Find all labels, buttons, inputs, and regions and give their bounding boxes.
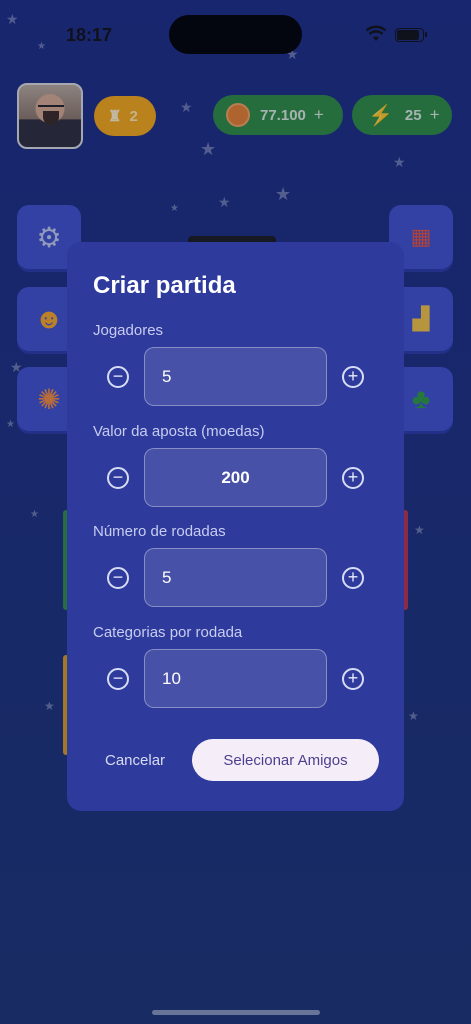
bet-label: Valor da aposta (moedas) — [93, 423, 265, 440]
minus-icon: − — [112, 366, 124, 386]
bet-decrement-button[interactable]: − — [107, 467, 129, 489]
categories-label: Categorias por rodada — [93, 624, 243, 641]
rounds-increment-button[interactable]: + — [342, 567, 364, 589]
rounds-value: 5 — [162, 567, 172, 587]
minus-icon: − — [112, 668, 124, 688]
players-input[interactable]: 5 — [144, 347, 327, 406]
categories-increment-button[interactable]: + — [342, 668, 364, 690]
plus-icon: + — [347, 467, 359, 487]
plus-icon: + — [347, 366, 359, 386]
minus-icon: − — [112, 567, 124, 587]
bet-input[interactable]: 200 — [144, 448, 327, 507]
rounds-label: Número de rodadas — [93, 523, 226, 540]
cancel-button[interactable]: Cancelar — [105, 752, 165, 769]
dialog-title: Criar partida — [93, 272, 236, 299]
minus-icon: − — [112, 467, 124, 487]
create-match-dialog: Criar partida Jogadores − 5 + Valor da a… — [67, 242, 404, 811]
players-label: Jogadores — [93, 322, 164, 339]
rounds-input[interactable]: 5 — [144, 548, 327, 607]
categories-decrement-button[interactable]: − — [107, 668, 129, 690]
home-indicator[interactable] — [152, 1010, 320, 1015]
players-increment-button[interactable]: + — [342, 366, 364, 388]
categories-input[interactable]: 10 — [144, 649, 327, 708]
bet-increment-button[interactable]: + — [342, 467, 364, 489]
players-decrement-button[interactable]: − — [107, 366, 129, 388]
rounds-decrement-button[interactable]: − — [107, 567, 129, 589]
players-value: 5 — [162, 366, 172, 386]
bet-value: 200 — [221, 467, 250, 487]
plus-icon: + — [347, 668, 359, 688]
select-friends-button[interactable]: Selecionar Amigos — [192, 739, 379, 781]
plus-icon: + — [347, 567, 359, 587]
categories-value: 10 — [162, 668, 181, 688]
